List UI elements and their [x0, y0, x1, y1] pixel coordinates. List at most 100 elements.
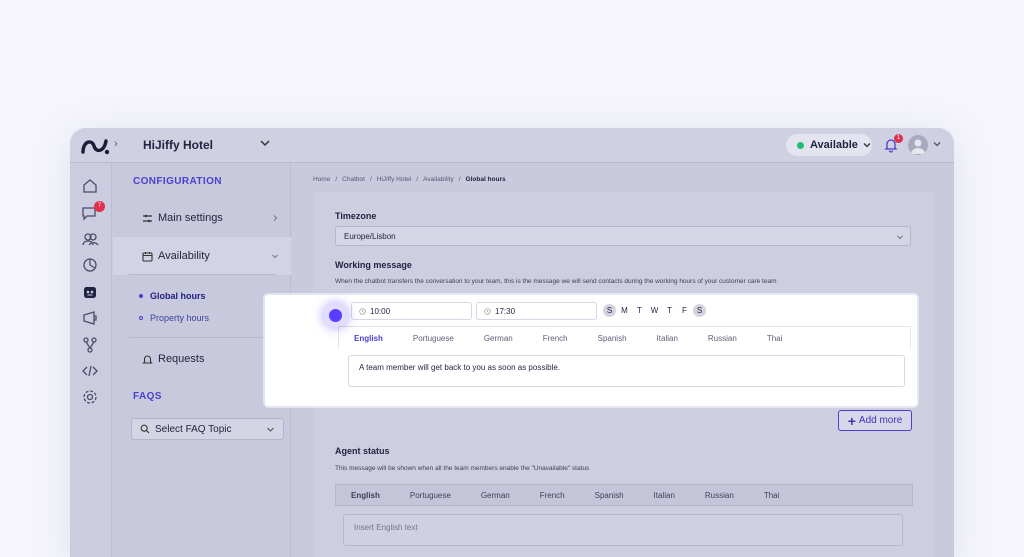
chevron-down-icon [272, 254, 278, 259]
chevron-down-icon[interactable] [259, 137, 271, 149]
faq-topic-select[interactable]: Select FAQ Topic [131, 418, 284, 440]
clock-icon [359, 307, 366, 315]
chat-badge: 7 [94, 201, 105, 212]
day-toggle-sunday[interactable]: S [603, 304, 616, 317]
home-icon[interactable] [81, 177, 99, 195]
sidebar-item-label: Availability [158, 250, 210, 262]
status-dot [797, 141, 804, 149]
tab-french[interactable]: French [540, 491, 565, 500]
search-icon [140, 424, 150, 434]
agent-status-language-tabs: English Portuguese German French Spanish… [335, 484, 913, 506]
breadcrumb-chatbot[interactable]: Chatbot [342, 176, 365, 183]
chevron-down-icon [863, 143, 871, 148]
agent-status-label: Agent status [335, 446, 390, 456]
add-more-button[interactable]: + Add more [838, 410, 912, 431]
end-time-input[interactable]: 17:30 [476, 302, 597, 320]
tab-russian[interactable]: Russian [708, 334, 737, 343]
day-toggle-friday[interactable]: F [678, 304, 691, 317]
start-time-input[interactable]: 10:00 [351, 302, 472, 320]
end-time-value: 17:30 [495, 306, 516, 316]
cursor-dot [329, 309, 342, 322]
clock-icon [484, 307, 491, 315]
agent-status-description: This message will be shown when all the … [335, 465, 590, 472]
timezone-select[interactable]: Europe/Lisbon [335, 226, 911, 246]
tab-thai[interactable]: Thai [764, 491, 780, 500]
chevron-down-icon [897, 235, 903, 240]
sliders-icon [143, 214, 152, 222]
calendar-icon [142, 251, 153, 262]
agent-status-placeholder: Insert English text [354, 523, 418, 532]
tab-russian[interactable]: Russian [705, 491, 734, 500]
add-more-label: Add more [858, 415, 903, 426]
working-message-description: When the chatbot transfers the conversat… [335, 278, 777, 285]
notification-badge: 1 [894, 134, 903, 143]
day-toggle-wednesday[interactable]: W [648, 304, 661, 317]
tab-italian[interactable]: Italian [657, 334, 678, 343]
day-toggle-tuesday[interactable]: T [633, 304, 646, 317]
working-message-text: A team member will get back to you as so… [359, 363, 560, 372]
tab-italian[interactable]: Italian [654, 491, 675, 500]
breadcrumb-current: Global hours [465, 176, 506, 183]
faqs-heading: FAQS [133, 391, 162, 402]
settings-icon[interactable] [81, 388, 99, 406]
divider [129, 274, 275, 275]
sidebar-subitem-property-hours[interactable]: Property hours [139, 313, 209, 323]
agent-status-text-input[interactable]: Insert English text [343, 514, 903, 546]
chatbot-icon[interactable] [81, 283, 99, 301]
sidebar-item-availability[interactable]: Availability [113, 237, 291, 275]
status-label: Available [810, 139, 858, 151]
bullet-icon [139, 316, 143, 320]
hijiffy-logo-icon[interactable] [80, 135, 112, 157]
chevron-down-icon[interactable] [932, 139, 942, 149]
tab-portuguese[interactable]: Portuguese [410, 491, 451, 500]
sidebar-item-main-settings[interactable]: Main settings [113, 199, 291, 237]
chevron-right-icon [273, 215, 278, 221]
integrations-icon[interactable] [81, 336, 99, 354]
sidebar-subitem-label: Global hours [150, 291, 206, 301]
plus-icon: + [847, 412, 856, 429]
day-toggle-thursday[interactable]: T [663, 304, 676, 317]
hotel-name[interactable]: HiJiffy Hotel [143, 138, 213, 152]
tab-spanish[interactable]: Spanish [595, 491, 624, 500]
cursor-indicator [322, 302, 349, 329]
expand-sidebar-icon[interactable]: › [114, 138, 118, 150]
start-time-value: 10:00 [370, 306, 391, 316]
day-toggle-monday[interactable]: M [618, 304, 631, 317]
breadcrumb-availability[interactable]: Availability [423, 176, 454, 183]
contacts-icon[interactable] [81, 230, 99, 248]
sidebar-item-label: Main settings [158, 212, 223, 224]
chevron-down-icon [267, 427, 274, 432]
tab-english[interactable]: English [351, 491, 380, 500]
tab-spanish[interactable]: Spanish [598, 334, 627, 343]
bell-icon [142, 355, 153, 364]
configuration-heading: CONFIGURATION [133, 176, 222, 187]
timezone-value: Europe/Lisbon [344, 232, 396, 241]
campaigns-icon[interactable] [81, 309, 99, 327]
availability-status-button[interactable]: Available [786, 134, 872, 156]
bullet-icon [139, 294, 143, 298]
timezone-label: Timezone [335, 211, 377, 221]
working-message-label: Working message [335, 260, 412, 270]
sidebar-subitem-label: Property hours [150, 313, 210, 323]
tab-french[interactable]: French [543, 334, 568, 343]
sidebar-subitem-global-hours[interactable]: Global hours [139, 291, 206, 301]
working-message-language-tabs: English Portuguese German French Spanish… [338, 326, 911, 349]
avatar[interactable] [908, 135, 928, 155]
code-icon[interactable] [81, 362, 99, 380]
working-message-input[interactable]: A team member will get back to you as so… [348, 355, 905, 387]
top-bar: › HiJiffy Hotel Available 1 [70, 128, 954, 163]
analytics-icon[interactable] [81, 256, 99, 274]
tab-thai[interactable]: Thai [767, 334, 783, 343]
tab-german[interactable]: German [481, 491, 510, 500]
faq-select-placeholder: Select FAQ Topic [155, 423, 232, 435]
tab-portuguese[interactable]: Portuguese [413, 334, 454, 343]
tab-english[interactable]: English [354, 334, 383, 343]
breadcrumb: Home / Chatbot / HiJiffy Hotel / Availability /… [313, 176, 506, 183]
user-icon [911, 139, 925, 154]
day-toggle-saturday[interactable]: S [693, 304, 706, 317]
weekday-selector: S M T W T F S [603, 304, 706, 317]
working-hours-block: 10:00 17:30 S M T W T F S English Portug… [265, 295, 917, 406]
breadcrumb-home[interactable]: Home [313, 176, 330, 183]
tab-german[interactable]: German [484, 334, 513, 343]
breadcrumb-hotel[interactable]: HiJiffy Hotel [377, 176, 412, 183]
